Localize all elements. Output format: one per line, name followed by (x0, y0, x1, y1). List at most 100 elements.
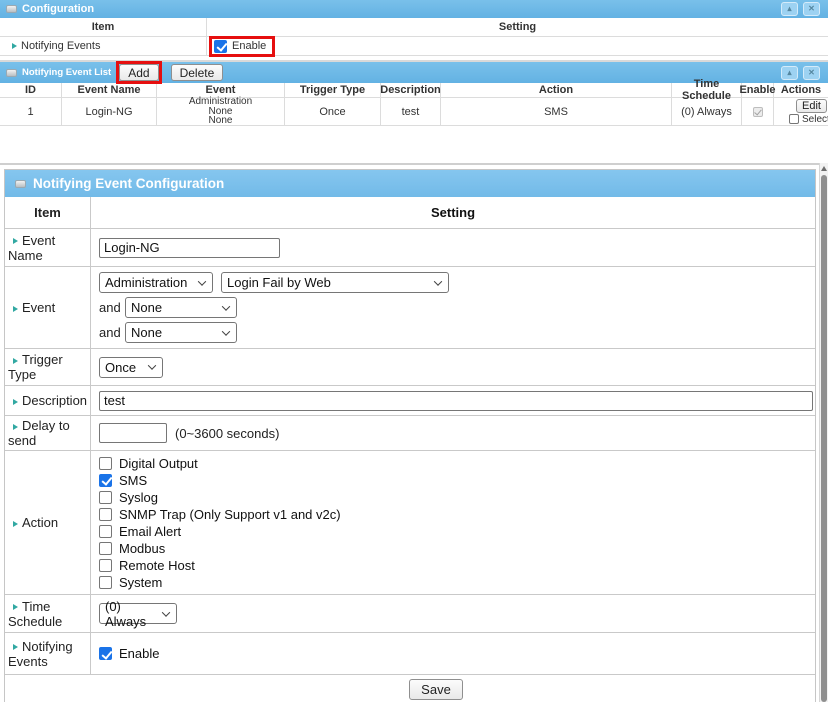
dialog-table-header: Item Setting (5, 197, 815, 229)
event-and-select-2[interactable]: None (125, 322, 237, 343)
cell-time-schedule: (0) Always (672, 98, 742, 125)
notifying-events-label-cell: Notifying Events (0, 37, 207, 55)
event-name-input[interactable] (99, 238, 280, 258)
action-setting-cell: Digital Output SMS Syslog SNMP Trap (Onl… (91, 451, 815, 594)
configuration-table-header: Item Setting (0, 18, 828, 37)
notifying-event-configuration-dialog: Notifying Event Configuration Item Setti… (4, 169, 816, 702)
select-row-control: Select (789, 114, 828, 125)
add-button[interactable]: Add (119, 64, 158, 81)
description-input[interactable] (99, 391, 813, 411)
chevron-down-icon (222, 327, 230, 335)
cell-event-name: Login-NG (62, 98, 157, 125)
bullet-icon (13, 424, 18, 430)
select-label: Select (802, 114, 828, 125)
action-label: Action (22, 515, 58, 530)
delay-row: Delay to send (0~3600 seconds) (5, 416, 815, 451)
action-option-syslog: Syslog (99, 489, 158, 506)
chevron-down-icon (222, 302, 230, 310)
time-schedule-value: (0) Always (105, 599, 155, 629)
panel-window-buttons: ▴ ✕ (781, 2, 822, 16)
scrollbar-thumb[interactable] (821, 175, 827, 702)
panel-window-buttons: ▴ ✕ (781, 66, 822, 80)
chevron-down-icon (162, 608, 170, 616)
column-header-enable: Enable (742, 83, 774, 97)
sms-checkbox[interactable] (99, 474, 112, 487)
event-label-cell: Event (5, 267, 91, 348)
label-wrap: Event (8, 300, 55, 315)
event-select-line-2: and None (99, 297, 237, 318)
label-wrap: Action (8, 515, 58, 530)
notifying-events-row: Notifying Events Enable (0, 37, 828, 56)
notifying-event-list-title: Notifying Event List (22, 67, 111, 78)
cell-id: 1 (0, 98, 62, 125)
label-wrap: Time Schedule (8, 599, 88, 629)
cell-actions: Edit Select (774, 98, 828, 125)
red-highlight-box: Enable (209, 36, 275, 57)
column-header-action: Action (441, 83, 672, 97)
collapse-icon[interactable]: ▴ (781, 66, 798, 80)
option-label: Email Alert (119, 524, 181, 539)
snmp-trap-checkbox[interactable] (99, 508, 112, 521)
time-schedule-label: Time Schedule (8, 599, 62, 629)
system-checkbox[interactable] (99, 576, 112, 589)
column-header-event: Event (157, 83, 285, 97)
vertical-scrollbar[interactable] (819, 163, 828, 702)
event-category-select[interactable]: Administration (99, 272, 213, 293)
modbus-checkbox[interactable] (99, 542, 112, 555)
event-name-label-cell: Event Name (5, 229, 91, 266)
chevron-down-icon (148, 361, 156, 369)
cell-action: SMS (441, 98, 672, 125)
action-option-remote-host: Remote Host (99, 557, 195, 574)
column-header-trigger-type: Trigger Type (285, 83, 381, 97)
close-icon[interactable]: ✕ (803, 66, 820, 80)
label-wrap: Event Name (8, 233, 88, 263)
save-button[interactable]: Save (409, 679, 463, 700)
option-label: Digital Output (119, 456, 198, 471)
screen: Configuration ▴ ✕ Item Setting Notifying… (0, 0, 828, 702)
cell-enable (742, 98, 774, 125)
notifying-events-label: Notifying Events (8, 639, 73, 669)
scrollbar-up-icon[interactable] (820, 163, 828, 174)
notifying-events-enable-checkbox[interactable] (214, 40, 227, 53)
edit-button[interactable]: Edit (796, 99, 827, 113)
action-row: Action Digital Output SMS Syslog SNMP T (5, 451, 815, 595)
action-option-modbus: Modbus (99, 540, 165, 557)
option-label: SMS (119, 473, 147, 488)
event-type-value: Login Fail by Web (227, 275, 331, 290)
event-type-select[interactable]: Login Fail by Web (221, 272, 449, 293)
event-and-value-2: None (131, 325, 162, 340)
remote-host-checkbox[interactable] (99, 559, 112, 572)
digital-output-checkbox[interactable] (99, 457, 112, 470)
bullet-icon (12, 43, 17, 49)
event-and-select-1[interactable]: None (125, 297, 237, 318)
select-row-checkbox[interactable] (789, 114, 799, 124)
bullet-icon (13, 358, 18, 364)
action-option-digital-output: Digital Output (99, 455, 198, 472)
event-name-row: Event Name (5, 229, 815, 267)
column-header-time-schedule: Time Schedule (672, 83, 742, 97)
email-alert-checkbox[interactable] (99, 525, 112, 538)
cell-trigger-type: Once (285, 98, 381, 125)
notifying-events-setting-cell: Enable (207, 37, 828, 55)
trigger-type-select[interactable]: Once (99, 357, 163, 378)
event-select-line-3: and None (99, 322, 237, 343)
enable-label: Enable (232, 40, 266, 52)
dialog-header: Notifying Event Configuration (5, 170, 815, 197)
trigger-type-label: Trigger Type (8, 352, 63, 382)
time-schedule-select[interactable]: (0) Always (99, 603, 177, 624)
bullet-icon (13, 604, 18, 610)
delete-button[interactable]: Delete (171, 64, 224, 81)
configuration-panel-title: Configuration (22, 3, 94, 15)
dialog-title: Notifying Event Configuration (33, 176, 224, 191)
cell-description: test (381, 98, 441, 125)
collapse-icon[interactable]: ▴ (781, 2, 798, 16)
trigger-type-setting-cell: Once (91, 349, 815, 385)
label-wrap: Trigger Type (8, 352, 88, 382)
dialog-enable-checkbox[interactable] (99, 647, 112, 660)
syslog-checkbox[interactable] (99, 491, 112, 504)
action-option-snmp-trap: SNMP Trap (Only Support v1 and v2c) (99, 506, 341, 523)
delay-input[interactable] (99, 423, 167, 443)
delay-hint: (0~3600 seconds) (175, 426, 279, 441)
event-label: Event (22, 300, 55, 315)
close-icon[interactable]: ✕ (803, 2, 820, 16)
